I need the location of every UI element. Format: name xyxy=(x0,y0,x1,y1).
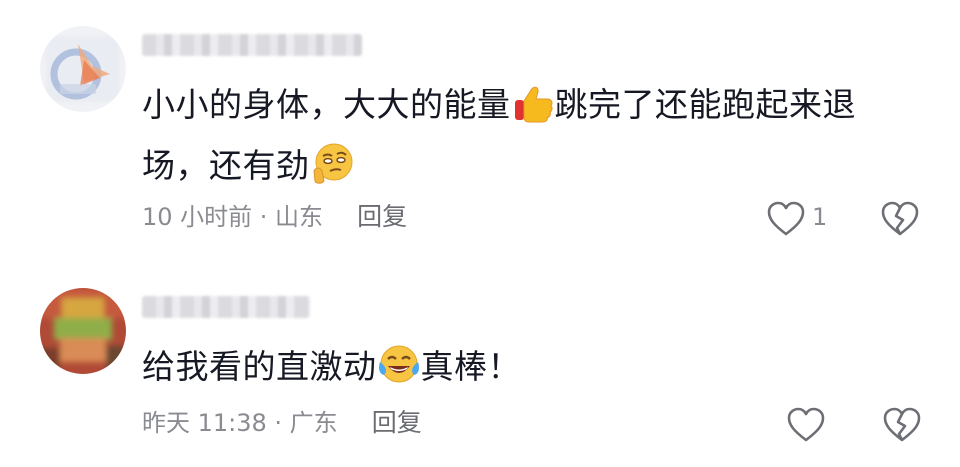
like-button[interactable] xyxy=(786,406,826,444)
comment-text: 小小的身体，大大的能量 跳完了还能跑起来退场，还有劲 xyxy=(142,74,922,196)
avatar[interactable] xyxy=(40,26,126,112)
reply-button[interactable]: 回复 xyxy=(357,202,407,231)
thumbs-up-icon xyxy=(511,80,555,124)
broken-heart-icon xyxy=(881,201,919,236)
reply-button[interactable]: 回复 xyxy=(372,408,422,437)
comment-text-part: 给我看的直激动 xyxy=(142,347,377,386)
username[interactable] xyxy=(142,34,362,56)
comment-text-part: 真棒！ xyxy=(420,347,521,386)
tears-of-joy-icon xyxy=(377,342,421,386)
username[interactable] xyxy=(142,296,310,318)
comment-meta: 10 小时前 · 山东 回复 xyxy=(142,202,407,232)
thinking-face-icon xyxy=(310,141,354,185)
comment-item: 小小的身体，大大的能量 跳完了还能跑起来退场，还有劲 10 小时前 · 山东 回复… xyxy=(0,0,960,268)
time-location: 10 小时前 · 山东 xyxy=(142,203,324,231)
comment-text-part: 小小的身体，大大的能量 xyxy=(142,85,511,124)
comment-item: 给我看的直激动 真棒！ 昨天 11:38 · 广东 回复 xyxy=(0,268,960,467)
avatar-image xyxy=(40,26,126,112)
heart-icon xyxy=(787,407,825,442)
broken-heart-icon xyxy=(883,407,921,442)
dislike-button[interactable] xyxy=(880,200,920,238)
avatar-image xyxy=(40,288,126,374)
comment-meta: 昨天 11:38 · 广东 回复 xyxy=(142,408,422,438)
like-button[interactable] xyxy=(766,200,806,238)
time-location: 昨天 11:38 · 广东 xyxy=(142,409,338,437)
comment-text: 给我看的直激动 真棒！ xyxy=(142,336,922,397)
avatar[interactable] xyxy=(40,288,126,374)
like-count: 1 xyxy=(812,203,828,231)
heart-icon xyxy=(767,201,805,236)
dislike-button[interactable] xyxy=(882,406,922,444)
